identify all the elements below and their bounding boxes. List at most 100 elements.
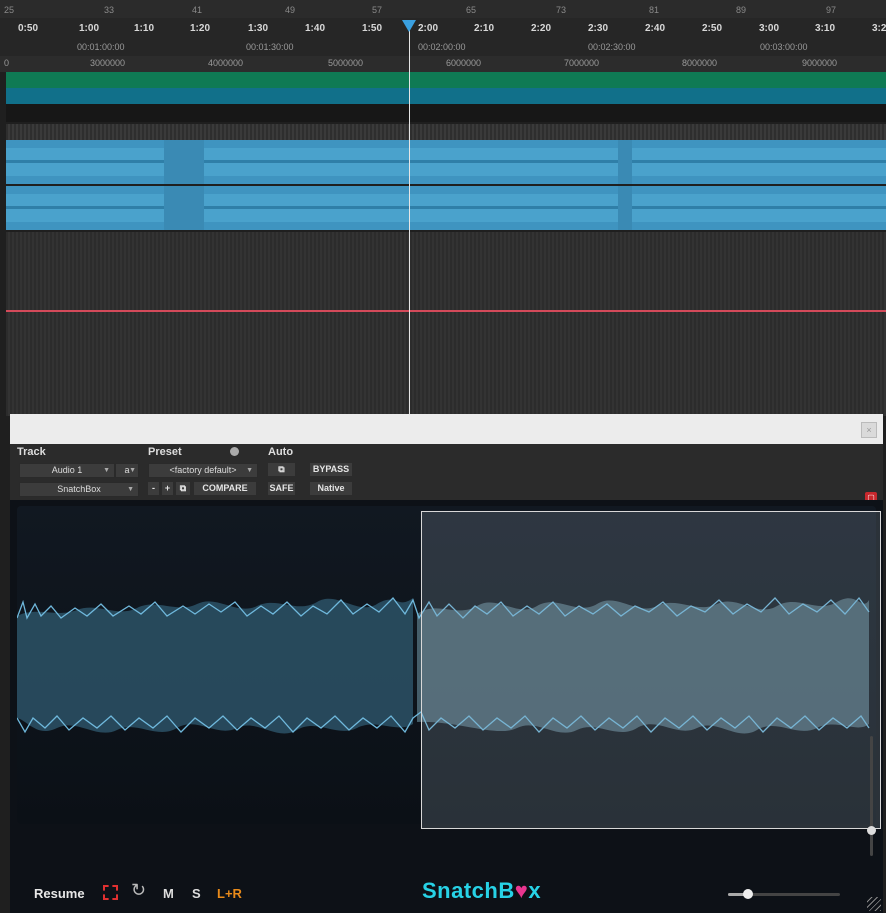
minsec-label: 1:20 — [190, 23, 211, 34]
insert-select-value: SnatchBox — [57, 484, 101, 494]
audio-waveform-left[interactable] — [6, 140, 886, 184]
heart-icon: ♥ — [514, 878, 529, 903]
minsec-label: 1:30 — [248, 23, 269, 34]
track-lane-teal[interactable] — [6, 88, 886, 104]
minsec-label: 2:50 — [702, 23, 723, 34]
track-lane-green[interactable] — [6, 72, 886, 88]
track-channel-select[interactable]: a ▼ — [115, 463, 139, 478]
minsec-label: 2:30 — [588, 23, 609, 34]
preset-next-button[interactable]: + — [162, 482, 173, 495]
playhead-marker-icon[interactable] — [402, 20, 416, 32]
channel-mode-button[interactable]: L+R — [217, 886, 242, 901]
empty-track-lane[interactable] — [6, 312, 886, 416]
plugin-title-bar[interactable]: × — [10, 414, 883, 444]
preset-menu-icon[interactable] — [230, 447, 239, 456]
copy-settings-icon[interactable]: ⧉ — [176, 482, 190, 495]
samples-label: 4000000 — [208, 58, 244, 68]
minsec-label: 2:40 — [645, 23, 666, 34]
bar-label: 25 — [4, 5, 15, 15]
audio-waveform-right[interactable] — [6, 186, 886, 230]
bar-label: 73 — [556, 5, 567, 15]
samples-label: 0 — [4, 58, 10, 68]
minsec-label: 0:50 — [18, 23, 39, 34]
select-region-icon[interactable] — [103, 885, 118, 900]
plugin-window: × Track Preset Auto Audio 1 ▼ a ▼ Snatch… — [10, 414, 883, 913]
minsec-label: 3:10 — [815, 23, 836, 34]
samples-label: 7000000 — [564, 58, 600, 68]
minsec-label: 1:10 — [134, 23, 155, 34]
preset-select-value: <factory default> — [169, 465, 237, 475]
chevron-down-icon: ▼ — [103, 467, 110, 474]
minsec-label: 2:10 — [474, 23, 495, 34]
zoom-scrollbar-knob[interactable] — [867, 826, 876, 835]
minsec-label: 2:20 — [531, 23, 552, 34]
bar-label: 57 — [372, 5, 383, 15]
minsec-label: 1:00 — [79, 23, 100, 34]
plugin-footer: Resume ↻ M S L+R SnatchB♥x — [10, 870, 883, 913]
plugin-header: Track Preset Auto Audio 1 ▼ a ▼ SnatchBo… — [10, 444, 883, 504]
samples-label: 6000000 — [446, 58, 482, 68]
timecode-label: 00:01:30:00 — [246, 42, 294, 52]
samples-label: 9000000 — [802, 58, 838, 68]
bar-label: 97 — [826, 5, 837, 15]
preset-label: Preset — [148, 446, 182, 458]
minsec-ruler[interactable]: 0:50 1:00 1:10 1:20 1:30 1:40 1:50 2:00 … — [0, 18, 886, 38]
timecode-label: 00:02:00:00 — [418, 42, 466, 52]
bar-label: 49 — [285, 5, 296, 15]
auto-label: Auto — [268, 446, 294, 458]
mute-button[interactable]: M — [163, 886, 174, 901]
clip-header[interactable] — [6, 124, 886, 140]
selection-region[interactable] — [421, 511, 881, 829]
solo-button[interactable]: S — [192, 886, 201, 901]
plugin-body: Resume ↻ M S L+R SnatchB♥x — [10, 500, 883, 913]
snatchbox-logo: SnatchB♥x — [422, 878, 541, 904]
bar-label: 89 — [736, 5, 747, 15]
timecode-label: 00:02:30:00 — [588, 42, 636, 52]
close-icon[interactable]: × — [861, 422, 877, 438]
waveform-right-svg — [6, 186, 886, 230]
zoom-scrollbar-track[interactable] — [870, 736, 873, 856]
track-select-value: Audio 1 — [51, 465, 83, 475]
compare-button[interactable]: COMPARE — [194, 482, 256, 495]
waveform-view[interactable] — [17, 506, 881, 856]
refresh-icon[interactable]: ↻ — [131, 880, 146, 901]
resume-button[interactable]: Resume — [34, 886, 85, 901]
bypass-button[interactable]: BYPASS — [310, 463, 352, 476]
insert-select[interactable]: SnatchBox ▼ — [19, 482, 139, 497]
preset-prev-button[interactable]: - — [148, 482, 159, 495]
minsec-label: 3:2 — [872, 23, 886, 34]
timecode-label: 00:01:00:00 — [77, 42, 125, 52]
track-label: Track — [17, 446, 46, 458]
bar-label: 33 — [104, 5, 115, 15]
logo-text-start: SnatchB — [422, 878, 515, 903]
samples-ruler[interactable]: 0 3000000 4000000 5000000 6000000 700000… — [0, 56, 886, 72]
bar-label: 81 — [649, 5, 660, 15]
timecode-ruler[interactable]: 00:01:00:00 00:01:30:00 00:02:00:00 00:0… — [0, 38, 886, 56]
track-select[interactable]: Audio 1 ▼ — [19, 463, 115, 478]
minsec-label: 1:40 — [305, 23, 326, 34]
samples-label: 8000000 — [682, 58, 718, 68]
playhead-line[interactable] — [409, 20, 410, 415]
horizontal-slider-knob[interactable] — [743, 889, 753, 899]
samples-label: 5000000 — [328, 58, 364, 68]
bars-ruler[interactable]: 25 33 41 49 57 65 73 81 89 97 — [0, 0, 886, 18]
samples-label: 3000000 — [90, 58, 126, 68]
resize-grip-icon[interactable] — [867, 897, 881, 911]
minsec-label: 1:50 — [362, 23, 383, 34]
native-button[interactable]: Native — [310, 482, 352, 495]
chevron-down-icon: ▼ — [246, 467, 253, 474]
bar-label: 65 — [466, 5, 477, 15]
bar-label: 41 — [192, 5, 203, 15]
chevron-down-icon: ▼ — [127, 486, 134, 493]
chevron-down-icon: ▼ — [129, 467, 136, 474]
safe-button[interactable]: SAFE — [268, 482, 295, 495]
track-lane-dark[interactable] — [6, 104, 886, 122]
logo-text-end: x — [528, 878, 542, 903]
empty-track-lane[interactable] — [6, 232, 886, 310]
waveform-left-svg — [6, 140, 886, 184]
minsec-label: 3:00 — [759, 23, 780, 34]
automation-icon[interactable]: ⧉ — [268, 463, 295, 476]
minsec-label: 2:00 — [418, 23, 439, 34]
preset-select[interactable]: <factory default> ▼ — [148, 463, 258, 478]
timecode-label: 00:03:00:00 — [760, 42, 808, 52]
